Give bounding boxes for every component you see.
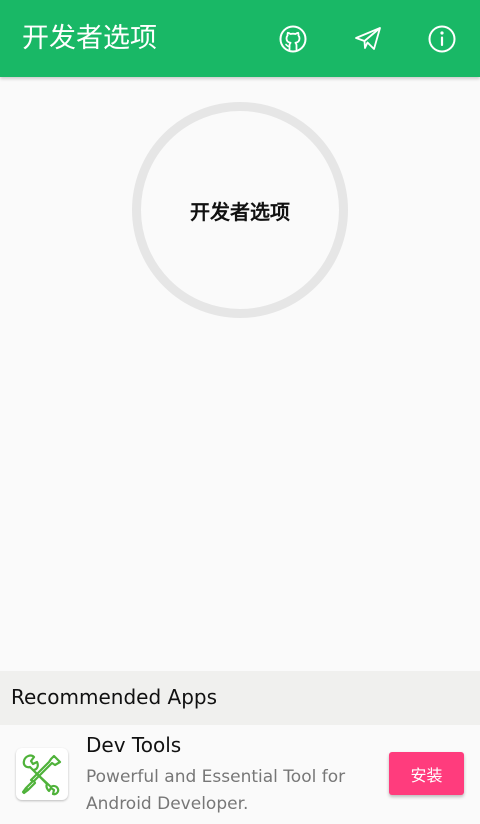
wrench-screwdriver-icon [21,754,62,796]
app-icon [16,748,68,800]
info-icon [428,25,456,53]
telegram-button[interactable] [351,22,385,56]
app-description: Powerful and Essential Tool for Android … [86,767,346,814]
circle-label: 开发者选项 [190,199,290,224]
developer-options-circle-button[interactable]: 开发者选项 [132,102,348,318]
app-bar: 开发者选项 [0,0,480,77]
github-button[interactable] [276,22,310,56]
recommended-apps-title: Recommended Apps [11,685,218,709]
app-title: 开发者选项 [22,23,157,54]
install-button[interactable]: 安装 [389,752,464,795]
telegram-send-icon [355,27,381,50]
info-button[interactable] [425,22,459,56]
github-icon [279,25,307,53]
app-name: Dev Tools [86,733,182,757]
recommended-apps-header: Recommended Apps [0,671,480,725]
